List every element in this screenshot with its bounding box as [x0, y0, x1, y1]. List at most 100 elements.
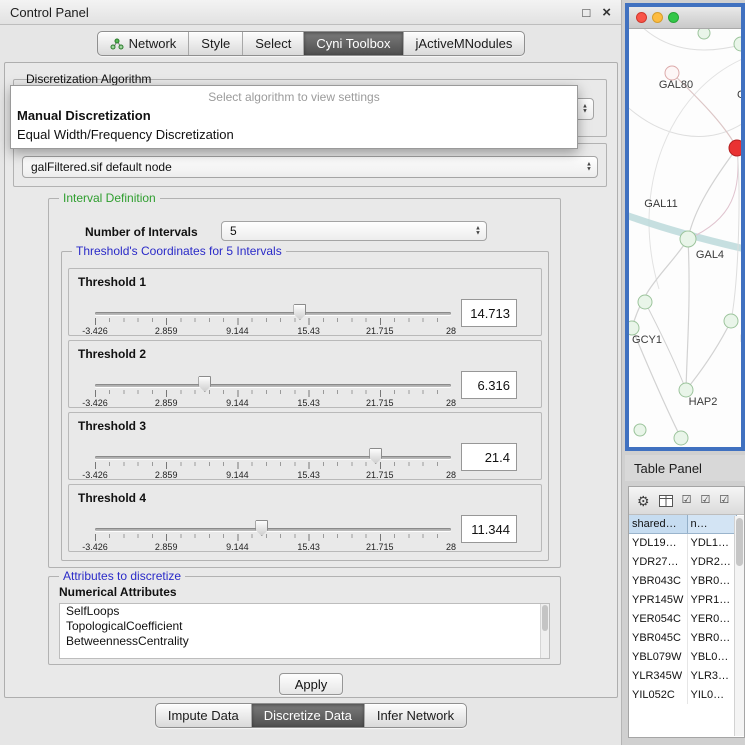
tab-infer-network[interactable]: Infer Network: [364, 704, 466, 727]
slider-track: [95, 528, 451, 531]
tab-select[interactable]: Select: [242, 32, 303, 55]
slider-scale-label: 2.859: [155, 470, 178, 480]
number-of-intervals-select[interactable]: 5 ▲▼: [221, 221, 487, 241]
column-header-shared-name[interactable]: shared…: [629, 515, 687, 533]
slider-scale-label: 9.144: [226, 470, 249, 480]
table-cell[interactable]: YDR27…: [629, 552, 687, 571]
table-row[interactable]: YDL19…YDL1…: [629, 533, 736, 552]
threshold-2-value[interactable]: 6.316: [461, 371, 517, 399]
network-node[interactable]: [629, 321, 639, 335]
slider-ticks: [95, 462, 451, 469]
network-canvas[interactable]: GAL80GAGAL11GAL4GCY1HHAP2: [629, 29, 741, 447]
table-cell[interactable]: YPR1…: [687, 590, 736, 609]
list-item[interactable]: BetweennessCentrality: [60, 634, 549, 649]
table-cell[interactable]: YIL0…: [687, 685, 736, 704]
tab-jactivemnodules[interactable]: jActiveMNodules: [403, 32, 525, 55]
slider-scale-label: -3.426: [82, 398, 108, 408]
table-cell[interactable]: YBR043C: [629, 571, 687, 590]
network-node[interactable]: [729, 140, 741, 156]
table-cell[interactable]: YER0…: [687, 609, 736, 628]
table-row[interactable]: YBL079WYBL0…: [629, 647, 736, 666]
threshold-3-slider[interactable]: -3.4262.8599.14415.4321.71528: [95, 451, 451, 481]
network-node[interactable]: [679, 383, 693, 397]
threshold-1-value[interactable]: 14.713: [461, 299, 517, 327]
table-data-section: Table Data galFiltered.sif default node …: [13, 143, 607, 187]
threshold-2-group: Threshold 2 -3.4262.8599.14415.4321.7152…: [68, 340, 542, 408]
table-data-selected-value: galFiltered.sif default node: [31, 160, 172, 174]
table-cell[interactable]: YLR345W: [629, 666, 687, 685]
tab-discretize-data[interactable]: Discretize Data: [251, 704, 364, 727]
slider-scale-label: -3.426: [82, 542, 108, 552]
thresholds-title: Threshold's Coordinates for 5 Intervals: [72, 244, 286, 258]
table-cell[interactable]: YER054C: [629, 609, 687, 628]
network-node[interactable]: [698, 29, 710, 39]
tab-style[interactable]: Style: [188, 32, 242, 55]
columns-icon[interactable]: [659, 495, 673, 507]
network-node[interactable]: [674, 431, 688, 445]
list-scrollbar[interactable]: [540, 604, 549, 658]
table-cell[interactable]: YBR0…: [687, 571, 736, 590]
network-node-label: GA: [737, 89, 741, 101]
slider-ticks: [95, 534, 451, 541]
table-row[interactable]: YBR043CYBR0…: [629, 571, 736, 590]
slider-scale-label: 15.43: [297, 398, 320, 408]
table-cell[interactable]: YDL19…: [629, 533, 687, 552]
float-window-icon[interactable]: □: [582, 5, 590, 20]
table-row[interactable]: YBR045CYBR0…: [629, 628, 736, 647]
threshold-3-value[interactable]: 21.4: [461, 443, 517, 471]
tab-cyni-toolbox[interactable]: Cyni Toolbox: [303, 32, 402, 55]
list-item[interactable]: TopologicalCoefficient: [60, 619, 549, 634]
close-icon[interactable]: ×: [602, 4, 611, 21]
table-cell[interactable]: YBR045C: [629, 628, 687, 647]
table-row[interactable]: YIL052CYIL0…: [629, 685, 736, 704]
table-cell[interactable]: YBL0…: [687, 647, 736, 666]
select-none-checkbox-icon[interactable]: ☑: [700, 495, 710, 506]
apply-button[interactable]: Apply: [279, 673, 343, 695]
table-cell[interactable]: YBR0…: [687, 628, 736, 647]
column-header-name[interactable]: n…: [687, 515, 736, 533]
slider-scale-label: 9.144: [226, 542, 249, 552]
mac-zoom-icon[interactable]: [668, 12, 679, 23]
network-node[interactable]: [638, 295, 652, 309]
table-header-row: shared… n…: [629, 515, 736, 533]
network-node[interactable]: [634, 424, 646, 436]
slider-scale-label: -3.426: [82, 470, 108, 480]
table-data-select[interactable]: galFiltered.sif default node ▲▼: [22, 156, 598, 178]
select-all-checkbox-icon[interactable]: ☑: [682, 495, 692, 506]
slider-scale-label: 21.715: [366, 542, 394, 552]
mac-minimize-icon[interactable]: [652, 12, 663, 23]
checkbox-icon[interactable]: ☑: [719, 495, 729, 506]
table-row[interactable]: YDR27…YDR2…: [629, 552, 736, 571]
network-node[interactable]: [665, 66, 679, 80]
network-node[interactable]: [680, 231, 696, 247]
table-cell[interactable]: YIL052C: [629, 685, 687, 704]
network-node[interactable]: [734, 37, 741, 51]
popup-option-manual-discretization[interactable]: Manual Discretization: [11, 106, 577, 125]
slider-scale-label: 15.43: [297, 542, 320, 552]
table-row[interactable]: YLR345WYLR3…: [629, 666, 736, 685]
network-node[interactable]: [724, 314, 738, 328]
table-cell[interactable]: YDR2…: [687, 552, 736, 571]
table-row[interactable]: YPR145WYPR1…: [629, 590, 736, 609]
threshold-1-slider[interactable]: -3.4262.8599.14415.4321.71528: [95, 307, 451, 337]
popup-option-equal-width-frequency[interactable]: Equal Width/Frequency Discretization: [11, 125, 577, 144]
combo-arrows-icon: ▲▼: [582, 105, 588, 114]
tab-impute-data[interactable]: Impute Data: [156, 704, 251, 727]
top-tab-group: Network Style Select Cyni Toolbox jActiv…: [97, 31, 526, 56]
table-cell[interactable]: YBL079W: [629, 647, 687, 666]
tab-network[interactable]: Network: [98, 32, 189, 55]
table-row[interactable]: YER054CYER0…: [629, 609, 736, 628]
gear-icon[interactable]: ⚙: [637, 494, 650, 508]
mac-close-icon[interactable]: [636, 12, 647, 23]
threshold-4-value[interactable]: 11.344: [461, 515, 517, 543]
network-node-label: GAL11: [644, 198, 677, 210]
list-item[interactable]: SelfLoops: [60, 604, 549, 619]
threshold-2-slider[interactable]: -3.4262.8599.14415.4321.71528: [95, 379, 451, 409]
table-cell[interactable]: YDL1…: [687, 533, 736, 552]
table-scrollbar[interactable]: [734, 516, 744, 736]
table-cell[interactable]: YLR3…: [687, 666, 736, 685]
table-cell[interactable]: YPR145W: [629, 590, 687, 609]
threshold-4-slider[interactable]: -3.4262.8599.14415.4321.71528: [95, 523, 451, 553]
slider-scale-label: 2.859: [155, 542, 178, 552]
combo-arrows-icon: ▲▼: [475, 227, 481, 236]
